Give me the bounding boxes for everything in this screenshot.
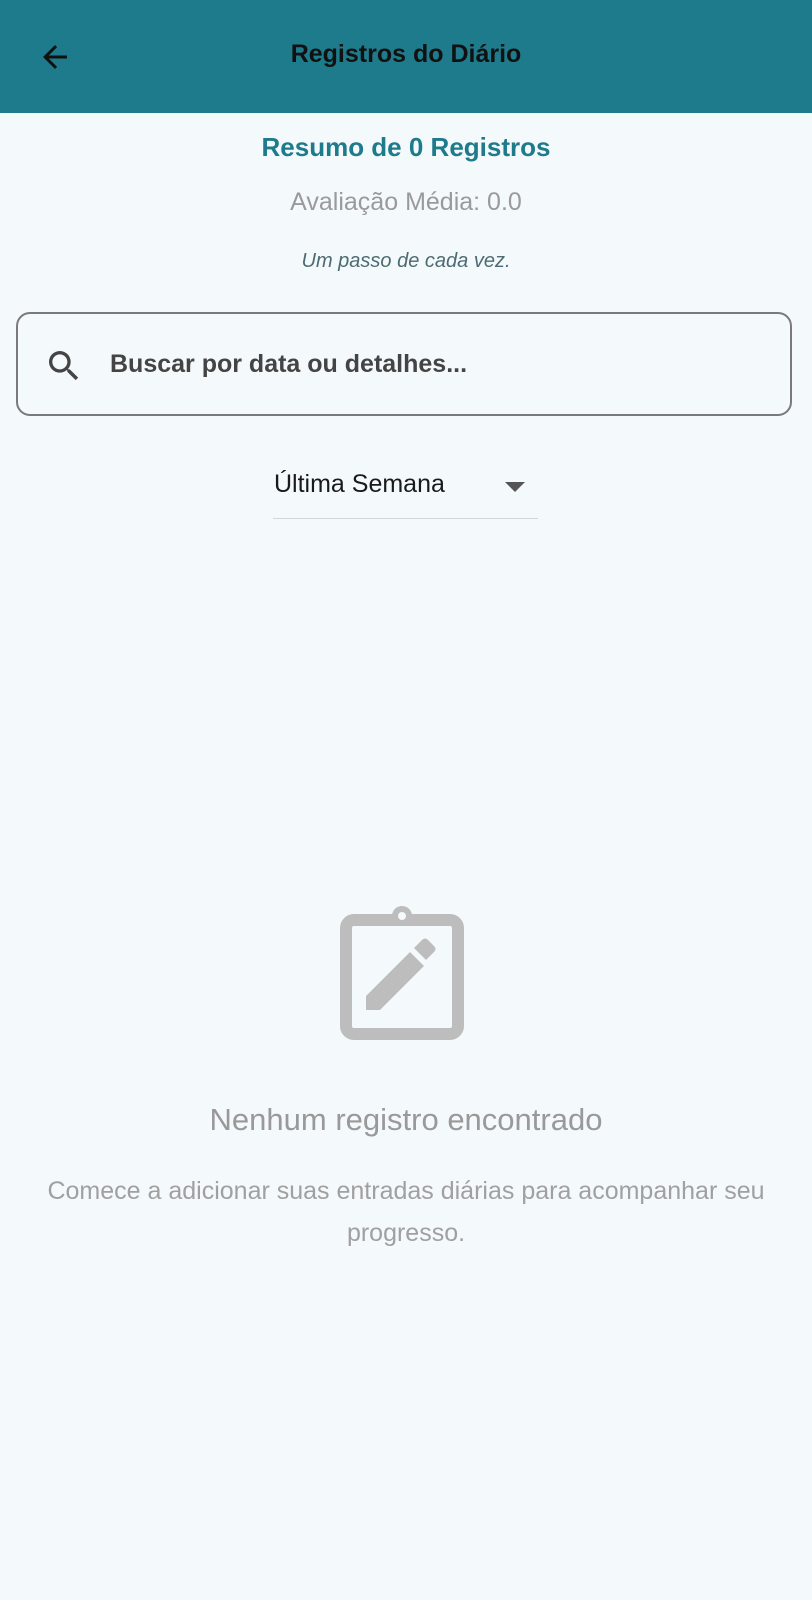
page-title: Registros do Diário bbox=[0, 40, 812, 69]
clipboard-edit-icon bbox=[340, 906, 464, 1040]
search-icon bbox=[49, 351, 79, 381]
period-dropdown-value: Última Semana bbox=[274, 470, 445, 498]
app-bar: Registros do Diário bbox=[0, 0, 812, 113]
chevron-down-icon bbox=[505, 482, 525, 492]
empty-state-description: Comece a adicionar suas entradas diárias… bbox=[47, 1177, 765, 1247]
average-rating: Avaliação Média: 0.0 bbox=[290, 188, 522, 216]
motto-text: Um passo de cada vez. bbox=[301, 250, 511, 272]
search-input[interactable] bbox=[110, 334, 760, 394]
page-title-text: Registros do Diário bbox=[290, 40, 522, 68]
summary-title: Resumo de 0 Registros bbox=[261, 132, 551, 162]
period-dropdown[interactable]: Última Semana bbox=[273, 458, 538, 519]
empty-state-title: Nenhum registro encontrado bbox=[209, 1102, 603, 1137]
search-box[interactable] bbox=[16, 312, 792, 416]
